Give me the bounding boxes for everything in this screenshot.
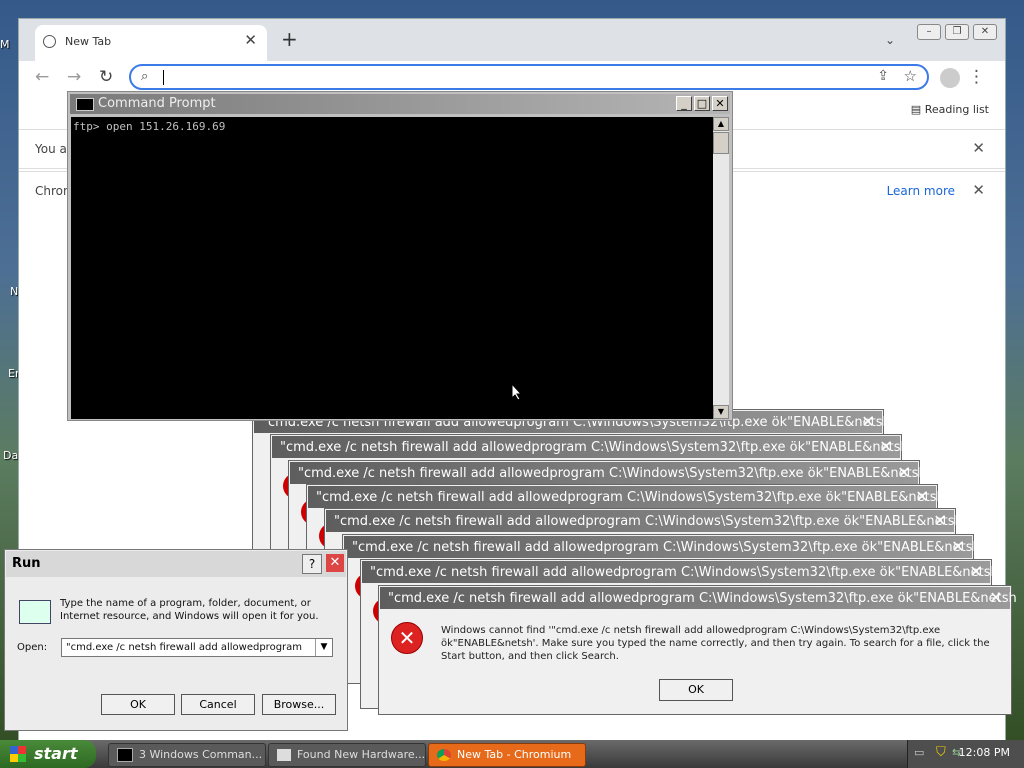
- run-title: Run: [12, 556, 41, 571]
- open-label: Open:: [17, 642, 48, 653]
- search-icon: ⌕: [141, 69, 149, 84]
- cmd-icon: [76, 98, 94, 111]
- error-title: "cmd.exe /c netsh firewall add allowedpr…: [370, 565, 999, 580]
- keyboard-icon[interactable]: ▭: [914, 746, 924, 759]
- close-icon[interactable]: ✕: [966, 562, 986, 582]
- tab-new-tab[interactable]: New Tab ✕: [35, 25, 267, 61]
- new-tab-button[interactable]: +: [281, 27, 298, 51]
- share-icon[interactable]: ⇪: [877, 68, 889, 84]
- command-prompt-window[interactable]: Command Prompt _ □ ✕ ftp> open 151.26.16…: [67, 91, 733, 421]
- taskbar-item-label: New Tab - Chromium: [457, 748, 572, 761]
- close-icon[interactable]: ✕: [858, 412, 878, 432]
- cmd-icon: [117, 748, 133, 762]
- taskbar-item-active[interactable]: New Tab - Chromium: [428, 743, 586, 767]
- taskbar: start 3 Windows Comman... Found New Hard…: [0, 740, 1024, 768]
- scroll-thumb[interactable]: [713, 132, 729, 154]
- chromium-icon: [437, 749, 451, 761]
- maximize-button[interactable]: □: [694, 96, 710, 111]
- reading-list-button[interactable]: ▤ Reading list: [911, 103, 989, 116]
- infobar-text: Chron: [35, 184, 71, 198]
- text-cursor: [163, 70, 164, 85]
- error-icon: ✕: [391, 622, 423, 654]
- taskbar-item-label: 3 Windows Comman...: [139, 748, 263, 761]
- taskbar-item-label: Found New Hardware...: [297, 748, 426, 761]
- scroll-down-icon[interactable]: ▼: [713, 405, 729, 419]
- error-title: "cmd.exe /c netsh firewall add allowedpr…: [280, 440, 909, 455]
- open-input[interactable]: "cmd.exe /c netsh firewall add allowedpr…: [61, 638, 333, 657]
- close-button[interactable]: ✕: [326, 554, 344, 572]
- shield-icon[interactable]: ⛉: [936, 745, 946, 760]
- close-icon[interactable]: ✕: [930, 511, 950, 531]
- windows-logo-icon: [10, 746, 26, 762]
- run-description: Type the name of a program, folder, docu…: [60, 598, 319, 622]
- error-message: Windows cannot find '"cmd.exe /c netsh f…: [441, 625, 990, 662]
- close-window-button[interactable]: ✕: [973, 24, 997, 40]
- scroll-up-icon[interactable]: ▲: [713, 117, 729, 131]
- ok-button[interactable]: OK: [659, 679, 733, 701]
- system-tray: ▭ ⛉ ⇆ 12:08 PM: [907, 740, 1024, 768]
- close-tab-icon[interactable]: ✕: [244, 31, 257, 49]
- error-title: "cmd.exe /c netsh firewall add allowedpr…: [298, 466, 927, 481]
- infobar-text: You a: [35, 142, 67, 156]
- cancel-button[interactable]: Cancel: [181, 694, 255, 715]
- star-icon[interactable]: ☆: [904, 67, 917, 85]
- chevron-down-icon[interactable]: ▼: [315, 639, 332, 656]
- tab-title: New Tab: [65, 35, 112, 48]
- reading-list-label: Reading list: [924, 103, 989, 116]
- mouse-cursor-icon: [511, 383, 523, 401]
- taskbar-item[interactable]: 3 Windows Comman...: [108, 743, 266, 767]
- close-icon[interactable]: ✕: [972, 139, 985, 157]
- help-button[interactable]: ?: [302, 554, 322, 574]
- back-icon[interactable]: ←: [35, 67, 49, 87]
- browse-button[interactable]: Browse...: [262, 694, 336, 715]
- error-dialog[interactable]: "cmd.exe /c netsh firewall add allowedpr…: [378, 585, 1017, 715]
- title-bar[interactable]: Command Prompt _ □ ✕: [70, 94, 730, 114]
- title-bar[interactable]: Run ? ✕: [6, 551, 346, 577]
- error-title: "cmd.exe /c netsh firewall add allowedpr…: [352, 540, 981, 555]
- reload-icon[interactable]: ↻: [99, 67, 113, 87]
- minimize-button[interactable]: _: [676, 96, 692, 111]
- error-title: "cmd.exe /c netsh firewall add allowedpr…: [388, 591, 1017, 606]
- clock[interactable]: 12:08 PM: [959, 746, 1010, 759]
- desktop-icon-label[interactable]: N: [10, 285, 18, 298]
- close-icon[interactable]: ✕: [894, 463, 914, 483]
- window-controls: – ❐ ✕: [913, 19, 997, 40]
- forward-icon[interactable]: →: [67, 67, 81, 87]
- omnibox[interactable]: ⌕ ⇪ ☆: [129, 64, 929, 90]
- taskbar-item[interactable]: Found New Hardware...: [268, 743, 426, 767]
- desktop-icon-label[interactable]: M: [0, 38, 10, 51]
- console-output[interactable]: ftp> open 151.26.169.69: [71, 117, 714, 419]
- console-line: ftp> open 151.26.169.69: [73, 120, 226, 133]
- maximize-button[interactable]: ❐: [945, 24, 969, 40]
- run-icon: [19, 600, 51, 624]
- globe-icon: [43, 35, 56, 48]
- minimize-button[interactable]: –: [917, 24, 941, 40]
- close-icon[interactable]: ✕: [876, 437, 896, 457]
- close-icon[interactable]: ✕: [972, 181, 985, 199]
- close-button[interactable]: ✕: [712, 96, 728, 111]
- menu-icon[interactable]: ⋮: [968, 67, 985, 87]
- scrollbar[interactable]: ▲ ▼: [713, 117, 729, 419]
- chevron-down-icon[interactable]: ⌄: [885, 33, 895, 47]
- run-dialog[interactable]: Run ? ✕ Type the name of a program, fold…: [4, 549, 348, 731]
- profile-avatar[interactable]: [940, 68, 960, 88]
- error-title: "cmd.exe /c netsh firewall add allowedpr…: [316, 490, 945, 505]
- ok-button[interactable]: OK: [101, 694, 175, 715]
- start-label: start: [34, 744, 78, 763]
- close-icon[interactable]: ✕: [912, 487, 932, 507]
- window-icon: [277, 749, 291, 761]
- window-title: Command Prompt: [98, 96, 216, 111]
- close-icon[interactable]: ✕: [948, 537, 968, 557]
- error-title: "cmd.exe /c netsh firewall add allowedpr…: [334, 514, 963, 529]
- desktop-icon-label[interactable]: Da: [3, 449, 18, 462]
- learn-more-link[interactable]: Learn more: [887, 184, 955, 198]
- tab-strip: New Tab ✕ + ⌄ – ❐ ✕: [19, 19, 1005, 61]
- close-icon[interactable]: ✕: [986, 588, 1006, 608]
- start-button[interactable]: start: [0, 740, 96, 768]
